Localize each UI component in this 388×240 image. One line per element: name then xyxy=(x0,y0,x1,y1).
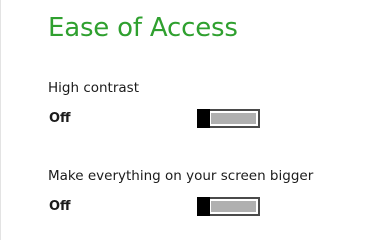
toggle-track xyxy=(211,113,256,124)
ease-of-access-panel: Ease of Access High contrast Off Make ev… xyxy=(0,0,388,240)
toggle-thumb[interactable] xyxy=(197,109,210,128)
high-contrast-toggle[interactable] xyxy=(197,109,260,128)
high-contrast-label: High contrast xyxy=(48,80,139,96)
bigger-screen-label: Make everything on your screen bigger xyxy=(48,168,314,184)
toggle-thumb[interactable] xyxy=(197,197,210,216)
bigger-screen-toggle[interactable] xyxy=(197,197,260,216)
page-title: Ease of Access xyxy=(48,13,238,43)
bigger-screen-state: Off xyxy=(49,199,71,214)
panel-left-border xyxy=(0,0,1,240)
toggle-track xyxy=(211,201,256,212)
high-contrast-state: Off xyxy=(49,111,71,126)
